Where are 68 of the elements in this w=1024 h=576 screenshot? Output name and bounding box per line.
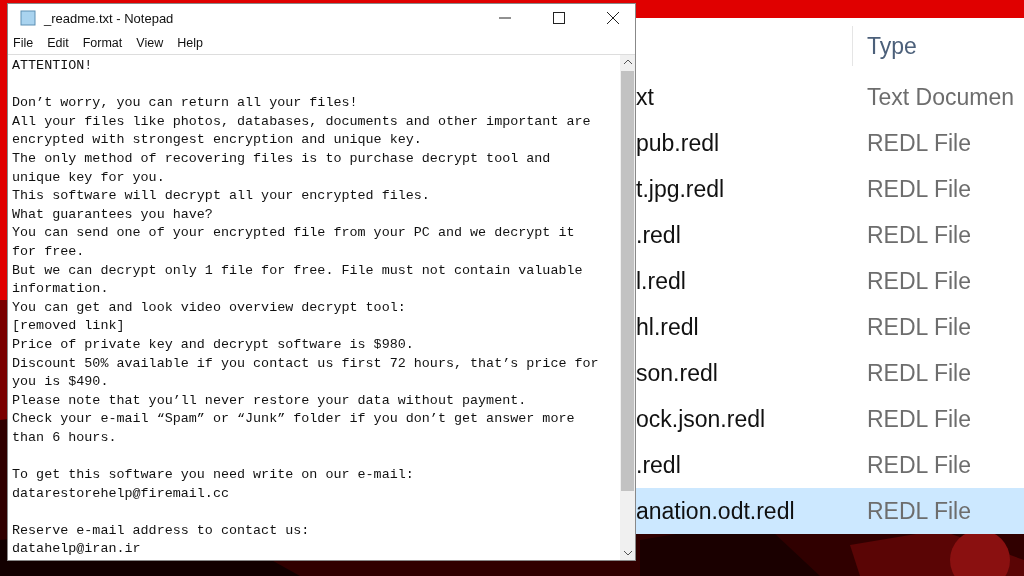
file-type: REDL File [867,497,971,525]
text-line: Don’t worry, you can return all your files! [12,94,359,113]
text-line: Please note that you’ll never restore your data without payment. [12,391,528,410]
text-line: information. [12,280,110,299]
menu-item[interactable]: Help [177,36,203,50]
menu-item[interactable]: Format [82,36,123,50]
text-line: What guarantees you have? [12,205,214,224]
menu-item[interactable]: View [136,36,164,50]
file-row[interactable]: .redl REDL File [636,212,1024,258]
scroll-up-icon[interactable] [623,59,632,65]
menu-item[interactable]: File [13,36,34,50]
text-line: You can get and look video overview decrypt tool: [12,298,407,317]
text-line: datahelp@iran.ir [12,540,142,559]
text-line: you is $490. [12,373,110,392]
menu-item[interactable]: Edit [47,36,69,50]
file-type: REDL File [867,359,971,387]
scrollbar[interactable] [620,55,635,560]
file-name: hl.redl [636,313,700,341]
column-header[interactable]: Type [867,32,917,60]
file-type: REDL File [867,267,971,295]
scroll-down-icon[interactable] [623,550,632,556]
file-type: REDL File [867,313,971,341]
close-icon[interactable] [607,12,619,24]
file-row[interactable]: anation.odt.redl REDL File [636,488,1024,534]
file-row[interactable]: t.jpg.redl REDL File [636,166,1024,212]
file-type: REDL File [867,129,971,157]
file-name: l.redl [636,267,687,295]
text-line: But we can decrypt only 1 file for free. File must not contain valuable [12,261,584,280]
file-type: REDL File [867,405,971,433]
text-line: for free. [12,242,86,261]
text-line: Reserve e-mail address to contact us: [12,521,311,540]
text-line: Discount 50% available if you contact us first 72 hours, that’s price for [12,354,600,373]
text-line: The only method of recovering files is to purchase decrypt tool and [12,149,552,168]
text-line: Price of private key and decrypt software is $980. [12,335,415,354]
file-row[interactable]: xt Text Documen [636,74,1024,120]
text-line: than 6 hours. [12,428,118,447]
notepad-icon [20,10,36,26]
file-name: t.jpg.redl [636,175,726,203]
text-line: Check your e-mail “Spam” or “Junk” folder if you don’t get answer more [12,410,576,429]
file-row[interactable]: son.redl REDL File [636,350,1024,396]
text-line: All your files like photos, databases, documents and other important are [12,112,592,131]
file-name: anation.odt.redl [636,497,796,525]
file-name: .redl [636,221,682,249]
maximize-icon[interactable] [553,12,565,24]
text-line: unique key for you. [12,168,166,187]
file-row[interactable]: .redl REDL File [636,442,1024,488]
file-row[interactable]: l.redl REDL File [636,258,1024,304]
window-title: _readme.txt - Notepad [44,10,174,26]
scroll-thumb[interactable] [621,71,634,491]
file-name: xt [636,83,655,111]
text-line: [removed link] [12,317,126,336]
file-name: .redl [636,451,682,479]
text-line: encrypted with strongest encryption and unique key. [12,131,423,150]
text-line: datarestorehelp@firemail.cc [12,484,230,503]
file-name: son.redl [636,359,719,387]
file-row[interactable]: hl.redl REDL File [636,304,1024,350]
text-line: ATTENTION! [12,57,94,75]
file-name: pub.redl [636,129,721,157]
file-row[interactable]: ock.json.redl REDL File [636,396,1024,442]
file-type: REDL File [867,175,971,203]
text-line: This software will decrypt all your encrypted files. [12,187,431,206]
file-row[interactable]: pub.redl REDL File [636,120,1024,166]
file-name: ock.json.redl [636,405,767,433]
file-type: REDL File [867,451,971,479]
file-type: REDL File [867,221,971,249]
text-line: You can send one of your encrypted file from your PC and we decrypt it [12,224,576,243]
file-type: Text Documen [867,83,1014,111]
text-line: To get this software you need write on our e-mail: [12,466,415,485]
